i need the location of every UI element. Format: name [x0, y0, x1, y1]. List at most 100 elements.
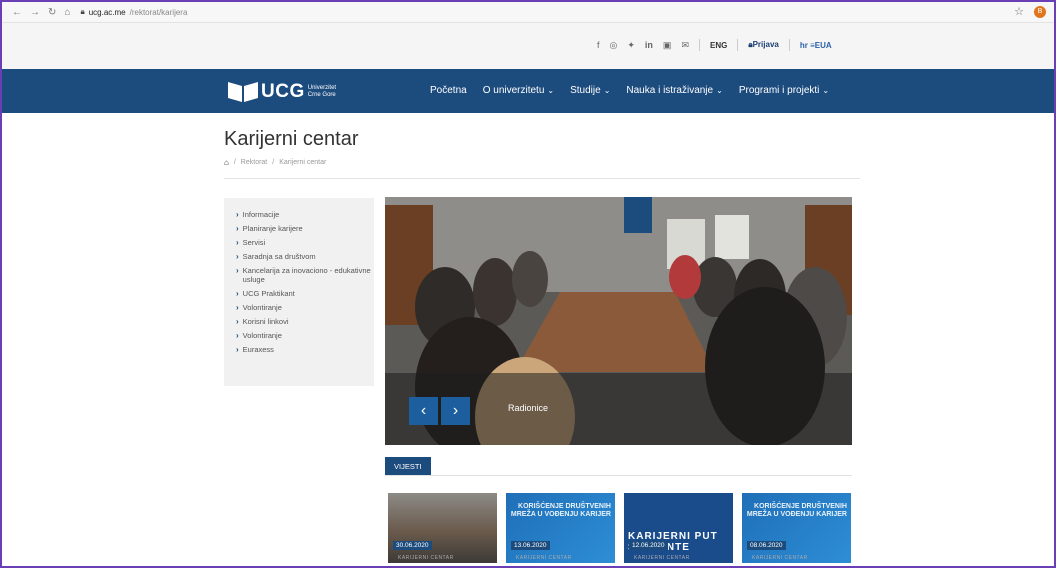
- menu-label: Studije: [570, 85, 601, 96]
- slider-prev-button[interactable]: ‹: [409, 397, 438, 425]
- sidebar-label: Volontiranje: [242, 331, 282, 340]
- url-path: /rektorat/karijera: [129, 7, 188, 17]
- chevron-right-icon: ›: [236, 252, 239, 261]
- chevron-right-icon: ›: [236, 317, 239, 326]
- menu-item-studije[interactable]: Studije ⌄: [570, 85, 610, 96]
- sidebar-label: Servisi: [242, 238, 266, 247]
- sidebar-label: Kancelarija za inovaciono - edukativne u…: [242, 266, 371, 284]
- language-switch[interactable]: ENG: [710, 41, 727, 50]
- news-card-text: KORIŠĆENJE DRUŠTVENIH MREŽA U VOĐENJU KA…: [510, 503, 611, 518]
- chevron-right-icon: ›: [236, 266, 239, 275]
- tab-vijesti[interactable]: VIJESTI: [385, 457, 431, 475]
- news-card-text: KORIŠĆENJE DRUŠTVENIH MREŽA U VOĐENJU KA…: [746, 503, 847, 518]
- sidebar-label: Euraxess: [242, 345, 274, 354]
- news-date: 08.06.2020: [747, 541, 786, 550]
- login-link[interactable]: 🔒︎Prijava: [748, 40, 779, 50]
- menu-item-nauka[interactable]: Nauka i istraživanje ⌄: [626, 85, 722, 96]
- image-slider[interactable]: ‹ › Radionice: [385, 197, 852, 445]
- browser-window: ← → ↻ ⌂ 🔒︎ ucg.ac.me/rektorat/karijera ☆…: [0, 0, 1056, 568]
- ucg-logo[interactable]: UCG Univerzitet Crne Gore: [228, 81, 336, 103]
- breadcrumb: ⌂ / Rektorat / Karijerni centar: [224, 158, 326, 167]
- sidebar-item-informacije[interactable]: › Informacije: [236, 210, 374, 219]
- news-category: KARIJERNI CENTAR: [752, 555, 808, 561]
- home-icon[interactable]: ⌂: [224, 158, 229, 167]
- reload-icon[interactable]: ↻: [48, 7, 56, 18]
- chevron-right-icon: ›: [236, 224, 239, 233]
- eua-logo-link[interactable]: hr ≡EUA: [800, 41, 832, 50]
- news-category: KARIJERNI CENTAR: [516, 555, 572, 561]
- facebook-icon[interactable]: f: [597, 40, 600, 50]
- news-card[interactable]: KARIJERNI PUT STUDENTE 12.06.2020 KARIJE…: [624, 493, 733, 563]
- instagram-icon[interactable]: ◎: [610, 40, 618, 51]
- menu-item-pocetna[interactable]: Početna: [430, 85, 467, 96]
- home-icon[interactable]: ⌂: [64, 7, 70, 18]
- sidebar-item-servisi[interactable]: › Servisi: [236, 238, 374, 247]
- chevron-down-icon: ⌄: [716, 86, 723, 95]
- logo-word: UCG: [261, 81, 305, 102]
- profile-avatar[interactable]: B: [1034, 5, 1046, 18]
- browser-toolbar: ← → ↻ ⌂ 🔒︎ ucg.ac.me/rektorat/karijera ☆…: [2, 2, 1054, 23]
- sidebar-label: Informacije: [242, 210, 280, 219]
- login-label: Prijava: [752, 40, 779, 49]
- logo-line1: Univerzitet: [307, 85, 337, 91]
- chevron-left-icon: ‹: [420, 402, 427, 419]
- chevron-down-icon: ⌄: [603, 86, 611, 95]
- twitter-icon[interactable]: ✦: [627, 40, 635, 51]
- sidebar-item-euraxess[interactable]: › Euraxess: [236, 345, 374, 354]
- breadcrumb-sep: /: [272, 159, 275, 166]
- mail-icon[interactable]: ✉: [681, 40, 689, 51]
- logo-line2: Crne Gore: [307, 92, 336, 98]
- eua-label: EUA: [814, 40, 832, 50]
- menu-label: Programi i projekti: [738, 85, 820, 96]
- slide-caption: Radionice: [508, 403, 549, 413]
- youtube-icon[interactable]: ▣: [663, 40, 672, 51]
- slider-next-button[interactable]: ›: [441, 397, 470, 425]
- back-icon[interactable]: ←: [12, 7, 22, 18]
- news-card[interactable]: 30.06.2020 KARIJERNI CENTAR: [388, 493, 497, 563]
- main-navigation: UCG Univerzitet Crne Gore Početna O univ…: [2, 69, 1054, 113]
- menu-item-programi[interactable]: Programi i projekti ⌄: [739, 85, 829, 96]
- sidebar-item-kancelarija[interactable]: › Kancelarija za inovaciono - edukativne …: [236, 266, 374, 284]
- divider: [737, 39, 739, 51]
- news-card[interactable]: KORIŠĆENJE DRUŠTVENIH MREŽA U VOĐENJU KA…: [506, 493, 615, 563]
- chevron-right-icon: ›: [452, 402, 459, 419]
- chevron-right-icon: ›: [236, 210, 239, 219]
- breadcrumb-sep: /: [233, 159, 236, 166]
- divider: [698, 39, 700, 51]
- sidebar-item-linkovi[interactable]: › Korisni linkovi: [236, 317, 374, 326]
- sidebar: › Informacije › Planiranje karijere › Servi…: [224, 198, 374, 386]
- sidebar-item-volontiranje-2[interactable]: › Volontiranje: [236, 331, 374, 340]
- chevron-right-icon: ›: [236, 345, 239, 354]
- news-date: 13.06.2020: [511, 541, 550, 550]
- url-host: ucg.ac.me: [88, 7, 126, 17]
- linkedin-icon[interactable]: in: [645, 40, 653, 50]
- news-cards: 30.06.2020 KARIJERNI CENTAR KORIŠĆENJE D…: [388, 493, 851, 563]
- news-date: 12.06.2020: [629, 541, 668, 550]
- chevron-right-icon: ›: [236, 289, 239, 298]
- page-title: Karijerni centar: [224, 128, 359, 150]
- menu-label: Nauka i istraživanje: [626, 85, 714, 96]
- bookmark-star-icon[interactable]: ☆: [1014, 5, 1024, 18]
- breadcrumb-rektorat[interactable]: Rektorat: [241, 159, 267, 166]
- sidebar-label: Volontiranje: [242, 303, 282, 312]
- menu-item-o-univerzitetu[interactable]: O univerzitetu ⌄: [483, 85, 554, 96]
- news-card[interactable]: KORIŠĆENJE DRUŠTVENIH MREŽA U VOĐENJU KA…: [742, 493, 851, 563]
- sidebar-item-praktikant[interactable]: › UCG Praktikant: [236, 289, 374, 298]
- chevron-down-icon: ⌄: [547, 86, 555, 95]
- sidebar-label: UCG Praktikant: [242, 289, 295, 298]
- chevron-right-icon: ›: [236, 331, 239, 340]
- sidebar-item-planiranje[interactable]: › Planiranje karijere: [236, 224, 374, 233]
- divider: [788, 39, 790, 51]
- news-tabs: VIJESTI: [385, 457, 852, 476]
- forward-icon[interactable]: →: [30, 7, 40, 18]
- sidebar-item-saradnja[interactable]: › Saradnja sa društvom: [236, 252, 374, 261]
- news-date: 30.06.2020: [393, 541, 432, 550]
- menu-label: O univerzitetu: [482, 85, 545, 96]
- utility-bar: f ◎ ✦ in ▣ ✉ ENG 🔒︎Prijava hr ≡EUA: [2, 23, 1054, 69]
- address-bar[interactable]: 🔒︎ ucg.ac.me/rektorat/karijera: [80, 7, 187, 17]
- lock-icon: 🔒︎: [80, 7, 85, 16]
- sidebar-item-volontiranje[interactable]: › Volontiranje: [236, 303, 374, 312]
- book-logo-icon: [228, 82, 258, 102]
- logo-subtitle: Univerzitet Crne Gore: [308, 85, 336, 99]
- chevron-down-icon: ⌄: [822, 86, 830, 95]
